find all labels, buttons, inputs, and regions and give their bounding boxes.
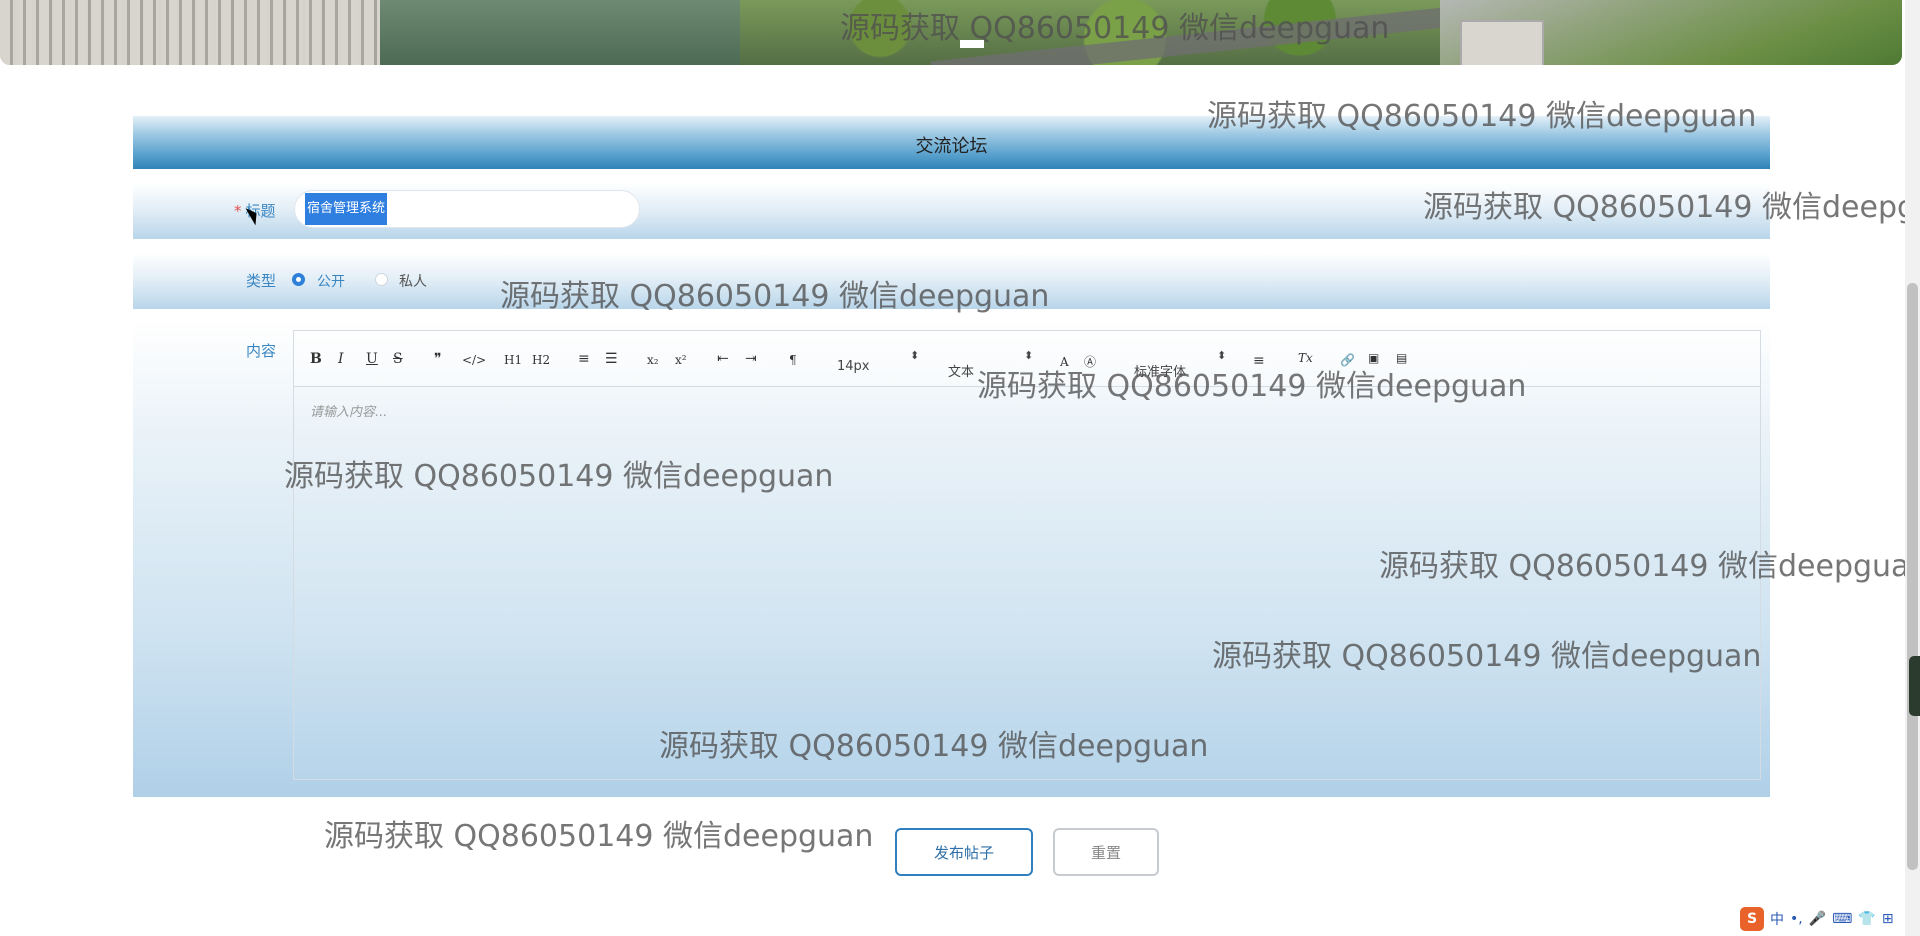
bold-button[interactable]: B xyxy=(310,351,322,367)
watermark: 源码获取 QQ86050149 微信deepguan xyxy=(1379,549,1920,584)
radio-public-label[interactable]: 公开 xyxy=(317,271,345,291)
h1-button[interactable]: H1 xyxy=(504,353,522,367)
skin-icon[interactable]: 👕 xyxy=(1858,911,1875,927)
strike-button[interactable]: S xyxy=(393,351,403,367)
underline-button[interactable]: U xyxy=(366,351,378,367)
watermark: 源码获取 QQ86050149 微信deepguan xyxy=(1423,190,1920,225)
outdent-icon[interactable]: ⇤ xyxy=(717,351,729,367)
type-label: 类型 xyxy=(246,272,277,290)
indent-icon[interactable]: ⇥ xyxy=(745,351,757,367)
publish-post-button[interactable]: 发布帖子 xyxy=(895,828,1033,876)
blockquote-icon[interactable]: ❞ xyxy=(434,351,442,367)
h2-button[interactable]: H2 xyxy=(532,353,550,367)
banner-trees xyxy=(380,0,740,65)
editor-placeholder[interactable]: 请输入内容... xyxy=(310,401,387,420)
section-title: 交流论坛 xyxy=(915,136,988,157)
side-panel-handle[interactable] xyxy=(1909,656,1920,716)
banner-building-left xyxy=(0,0,380,65)
font-size-select[interactable]: 14px xyxy=(837,359,870,374)
scrollbar-thumb[interactable] xyxy=(1907,283,1918,870)
italic-button[interactable]: I xyxy=(338,351,344,367)
watermark: 源码获取 QQ86050149 微信deepguan xyxy=(1212,639,1762,674)
keyboard-icon[interactable]: ⌨ xyxy=(1832,911,1852,927)
title-input[interactable]: 宿舍管理系统 xyxy=(294,190,640,228)
bullet-list-icon[interactable]: ☰ xyxy=(605,351,618,367)
subscript-button[interactable]: x₂ xyxy=(647,353,659,367)
banner-building-right xyxy=(1460,20,1544,65)
reset-button[interactable]: 重置 xyxy=(1053,828,1159,876)
watermark: 源码获取 QQ86050149 微信deepguan xyxy=(659,729,1209,764)
watermark: 源码获取 QQ86050149 微信deepguan xyxy=(500,279,1050,314)
text-direction-icon[interactable]: ¶ xyxy=(789,353,797,367)
watermark: 源码获取 QQ86050149 微信deepguan xyxy=(324,819,874,854)
radio-public[interactable] xyxy=(292,273,305,286)
watermark: 源码获取 QQ86050149 微信deepguan xyxy=(284,459,834,494)
required-mark: * xyxy=(234,202,242,220)
content-label: 内容 xyxy=(246,342,277,360)
punctuation-icon[interactable]: •, xyxy=(1790,911,1803,927)
ordered-list-icon[interactable]: ≡ xyxy=(578,351,590,367)
watermark: 源码获取 QQ86050149 微信deepguan xyxy=(1207,99,1757,134)
watermark: 源码获取 QQ86050149 微信deepguan xyxy=(977,369,1527,404)
code-block-icon[interactable]: </> xyxy=(462,353,486,367)
microphone-icon[interactable]: 🎤 xyxy=(1809,911,1826,927)
toolbox-icon[interactable]: ⊞ xyxy=(1882,911,1894,927)
ime-mode[interactable]: 中 xyxy=(1770,909,1784,929)
radio-private-label[interactable]: 私人 xyxy=(399,271,427,291)
superscript-button[interactable]: x² xyxy=(675,353,687,367)
font-size-arrow-icon: ⬍ xyxy=(910,349,920,362)
watermark: 源码获取 QQ86050149 微信deepguan xyxy=(840,11,1390,46)
sogou-logo-icon[interactable]: S xyxy=(1740,907,1764,931)
title-input-value: 宿舍管理系统 xyxy=(305,193,388,225)
ime-toolbar: S 中 •, 🎤 ⌨ 👕 ⊞ xyxy=(1740,906,1894,932)
header-select[interactable]: 文本 xyxy=(948,361,974,380)
radio-private[interactable] xyxy=(375,273,388,286)
